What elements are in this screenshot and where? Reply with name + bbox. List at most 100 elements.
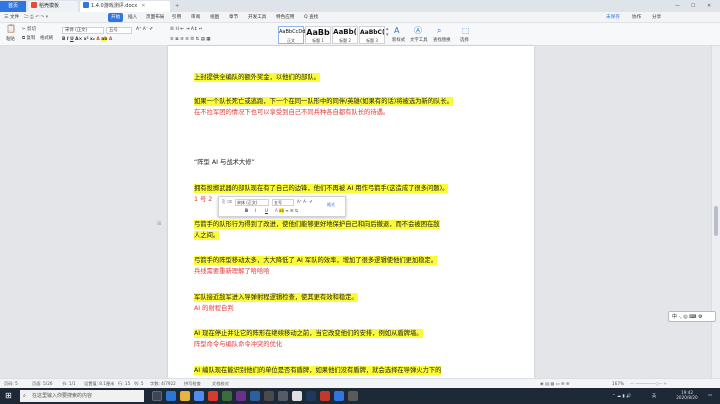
status-row: 行: 15: [118, 381, 131, 386]
close-tab-icon[interactable]: ✕: [141, 3, 145, 9]
store-icon[interactable]: [194, 391, 204, 401]
mini-italic-button[interactable]: I: [255, 208, 256, 213]
tab-template[interactable]: 稻壳模板: [28, 1, 78, 12]
mini-bold-button[interactable]: B: [245, 208, 248, 213]
menu-chapter[interactable]: 章节: [229, 12, 238, 23]
menu-insert[interactable]: 插入: [128, 12, 137, 23]
menu-dev-tools[interactable]: 开发工具: [248, 12, 266, 23]
app-icon[interactable]: [264, 391, 274, 401]
cut-button[interactable]: ✂ 剪切: [22, 27, 36, 33]
vertical-scrollbar[interactable]: [711, 46, 720, 378]
clock[interactable]: 19:42 2020/8/20: [672, 390, 702, 400]
style-normal-preview: AaBbCcDd: [279, 29, 306, 35]
mini-format-icons[interactable]: ⎘ ⌫: [222, 199, 232, 204]
style-heading-1[interactable]: AaBb 标题 1: [305, 26, 331, 44]
status-doc-check[interactable]: 文档校对: [212, 379, 229, 388]
grow-shrink-font-icons[interactable]: A⁺ A⁻ ✐: [136, 27, 153, 33]
photoshop-icon[interactable]: [250, 391, 260, 401]
scroll-thumb[interactable]: [714, 206, 718, 236]
wps-icon[interactable]: [208, 391, 218, 401]
unsaved-status[interactable]: 未保存: [606, 12, 620, 23]
align-icons[interactable]: ≡ ≣ ≡ ≡ ☰ ⇅ ▤ ▦: [170, 37, 210, 43]
find-replace-button[interactable]: 查找替换: [433, 38, 451, 44]
maximize-icon[interactable]: ☐: [688, 1, 698, 12]
app-icon[interactable]: [278, 391, 288, 401]
new-tab-icon[interactable]: +: [172, 1, 182, 12]
view-mode-icons[interactable]: ◉ ▤ ▦ ▭ ☰ ⊕: [540, 379, 569, 388]
status-section: 节: 1/1: [62, 381, 76, 386]
style-h3-preview: AaBbC(: [360, 29, 385, 36]
taskbar-search-input[interactable]: ⌕ 在这里输入你要搜索的内容: [20, 390, 144, 402]
style-h3-label: 标题 3: [366, 38, 378, 43]
text-tools-button[interactable]: 文字工具: [410, 38, 428, 44]
status-page-number[interactable]: 页码: 5: [4, 379, 18, 388]
menu-file[interactable]: 三 文件: [4, 12, 19, 23]
font-name-select[interactable]: 宋体 (正文): [62, 27, 104, 34]
doc-line: 如果一个队长死亡或逃跑，下一个在同一队形中的同伴/英雄(如果有的话)将被选为新的…: [194, 97, 453, 106]
select-icon[interactable]: ⬚: [462, 27, 470, 35]
tab-home[interactable]: 首页: [0, 1, 26, 12]
new-style-icon[interactable]: A: [394, 27, 399, 35]
menu-search[interactable]: Q 查找: [304, 12, 318, 23]
mini-grow-icons[interactable]: A⁺ A⁻ ✐: [297, 199, 313, 204]
template-icon: [31, 2, 37, 8]
ime-toolbar[interactable]: 中 ·, ◎ ⌨ ⚙: [668, 311, 716, 322]
paste-button[interactable]: 粘贴: [6, 37, 15, 43]
zoom-slider[interactable]: — ────────○─ +: [630, 379, 667, 388]
windows-start-icon[interactable]: ⊞: [5, 391, 12, 401]
share-button[interactable]: 分享: [652, 12, 661, 23]
select-button[interactable]: 选择: [460, 38, 469, 44]
tab-document[interactable]: 1.4.0游戏测评.docx ✕: [80, 1, 170, 12]
mini-more-button[interactable]: 格式: [327, 202, 335, 208]
font-size-select[interactable]: 五号: [106, 27, 132, 34]
tab-template-label: 稻壳模板: [39, 3, 60, 9]
notification-icon[interactable]: ▭: [708, 392, 712, 397]
menu-review[interactable]: 审阅: [191, 12, 200, 23]
styles-more-icon[interactable]: ▴ ▾: [386, 26, 389, 38]
list-icons[interactable]: ☰ ☷ ⇤ ⇥ A↕ ↵: [170, 27, 203, 33]
menu-view[interactable]: 视图: [210, 12, 219, 23]
find-replace-icon[interactable]: ⌕: [437, 27, 441, 35]
task-view-icon[interactable]: [152, 391, 162, 401]
steam-icon[interactable]: [306, 391, 316, 401]
style-heading-3[interactable]: AaBbC( 标题 3: [359, 26, 385, 44]
tray-icons[interactable]: ⌃ ☁ ▮ 🔊: [612, 393, 631, 398]
edge-icon[interactable]: [166, 391, 176, 401]
doc-line: 军队接近敌军进入导弹射程逻辑检查，使其更有效和稳定。: [194, 293, 358, 302]
status-bar: 页码: 5 页面: 5/26 节: 1/1 设置值: 8.1厘米 行: 15 列…: [0, 378, 720, 388]
format-brush-button[interactable]: 格式刷: [40, 36, 53, 42]
mini-underline-button[interactable]: U: [265, 208, 268, 213]
style-heading-2[interactable]: AaBb(标题 2: [332, 26, 358, 44]
file-explorer-icon[interactable]: [180, 391, 190, 401]
status-pages[interactable]: 页面: 5/26: [32, 379, 53, 388]
app-icon[interactable]: [334, 391, 344, 401]
collab-button[interactable]: 协作: [632, 12, 641, 23]
style-normal[interactable]: AaBbCcDd 正文: [278, 26, 306, 44]
zoom-level[interactable]: 167%: [612, 379, 624, 388]
chrome-icon[interactable]: [292, 391, 302, 401]
minimize-icon[interactable]: —: [672, 1, 683, 12]
menu-reference[interactable]: 引用: [172, 12, 181, 23]
status-spell-check[interactable]: 拼写检查: [184, 379, 201, 388]
paste-icon[interactable]: 📋: [6, 25, 16, 33]
mini-font-select[interactable]: 宋体 (正文): [235, 199, 269, 206]
mini-color-icons[interactable]: A ab ≡ ☰ ⇅: [275, 208, 298, 213]
status-word-count[interactable]: 字数: 4/7922: [150, 379, 176, 388]
app-icon[interactable]: [222, 391, 232, 401]
paragraph-marker-icon[interactable]: ⊞: [157, 221, 161, 227]
menu-special[interactable]: 特色应用: [276, 12, 294, 23]
font-format-icons[interactable]: B I U A× x² x₂ A ab A: [62, 37, 112, 43]
doc-line: 上封提供全编队的额外奖金，以他们的部队。: [194, 73, 320, 82]
app-icon[interactable]: [348, 391, 358, 401]
menu-start[interactable]: 开始: [108, 13, 124, 22]
close-window-icon[interactable]: ✕: [704, 1, 714, 12]
quick-access-icons[interactable]: 🗀 ⎙ ↶ ↷ ▾: [24, 12, 48, 23]
mini-size-select[interactable]: 五号: [272, 199, 294, 206]
app-icon[interactable]: [320, 391, 330, 401]
copy-button[interactable]: ⧉ 复制: [22, 36, 35, 42]
text-tools-icon[interactable]: Ⓐ: [414, 27, 422, 35]
new-style-button[interactable]: 新样式: [392, 38, 405, 44]
premiere-icon[interactable]: [236, 391, 246, 401]
menu-page-layout[interactable]: 页面布局: [146, 12, 164, 23]
input-language[interactable]: 英: [652, 393, 656, 398]
